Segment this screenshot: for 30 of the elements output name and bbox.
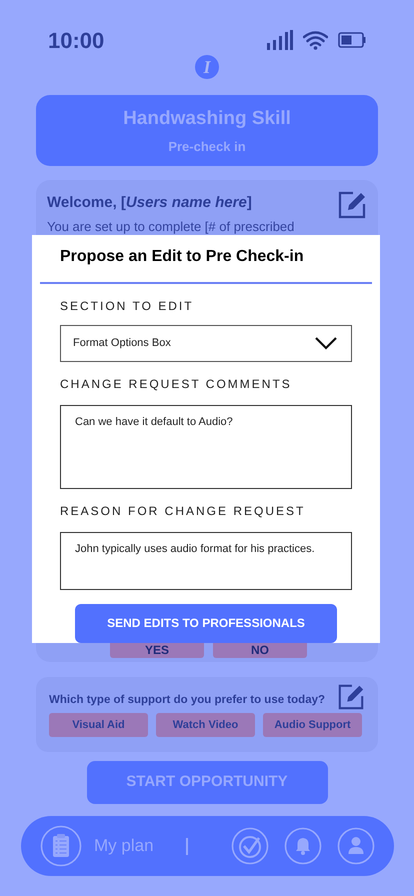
section-dropdown[interactable]: Format Options Box (60, 324, 352, 362)
app-logo: I (195, 55, 219, 79)
support-option-button[interactable]: Audio Support (263, 713, 362, 737)
clipboard-icon[interactable] (40, 825, 82, 867)
skill-title: Handwashing Skill (123, 106, 291, 130)
comments-field[interactable]: Can we have it default to Audio? (60, 404, 352, 489)
send-edits-button[interactable]: SEND EDITS TO PROFESSIONALS (75, 604, 337, 643)
support-option-button[interactable]: Visual Aid (49, 713, 148, 737)
battery-icon (338, 32, 366, 48)
status-time: 10:00 (48, 26, 104, 54)
field-label: CHANGE REQUEST COMMENTS (60, 376, 293, 393)
edit-icon (337, 683, 365, 711)
signal-icon (267, 30, 293, 50)
start-opportunity-button[interactable]: START OPPORTUNITY (86, 761, 328, 804)
support-question: Which type of support do you prefer to use today? (49, 693, 326, 708)
chevron-down-icon (315, 336, 337, 350)
check-icon[interactable] (231, 827, 269, 865)
dialog-title: Propose an Edit to Pre Check-in (60, 247, 305, 267)
field-label: REASON FOR CHANGE REQUEST (60, 502, 306, 520)
wifi-icon (303, 30, 328, 50)
welcome-heading: Welcome, [Users name here] (47, 193, 252, 213)
skill-subtitle: Pre-check in (168, 138, 246, 156)
field-label: SECTION TO EDIT (60, 298, 195, 315)
bell-icon[interactable] (284, 827, 322, 865)
welcome-text: You are set up to complete [# of prescribed (47, 219, 296, 234)
edit-icon (337, 190, 367, 220)
my-plan-link[interactable]: My plan (94, 833, 154, 859)
reason-field[interactable]: John typically uses audio format for his practices. (60, 532, 352, 590)
user-icon[interactable] (337, 827, 375, 865)
support-option-button[interactable]: Watch Video (156, 713, 255, 737)
